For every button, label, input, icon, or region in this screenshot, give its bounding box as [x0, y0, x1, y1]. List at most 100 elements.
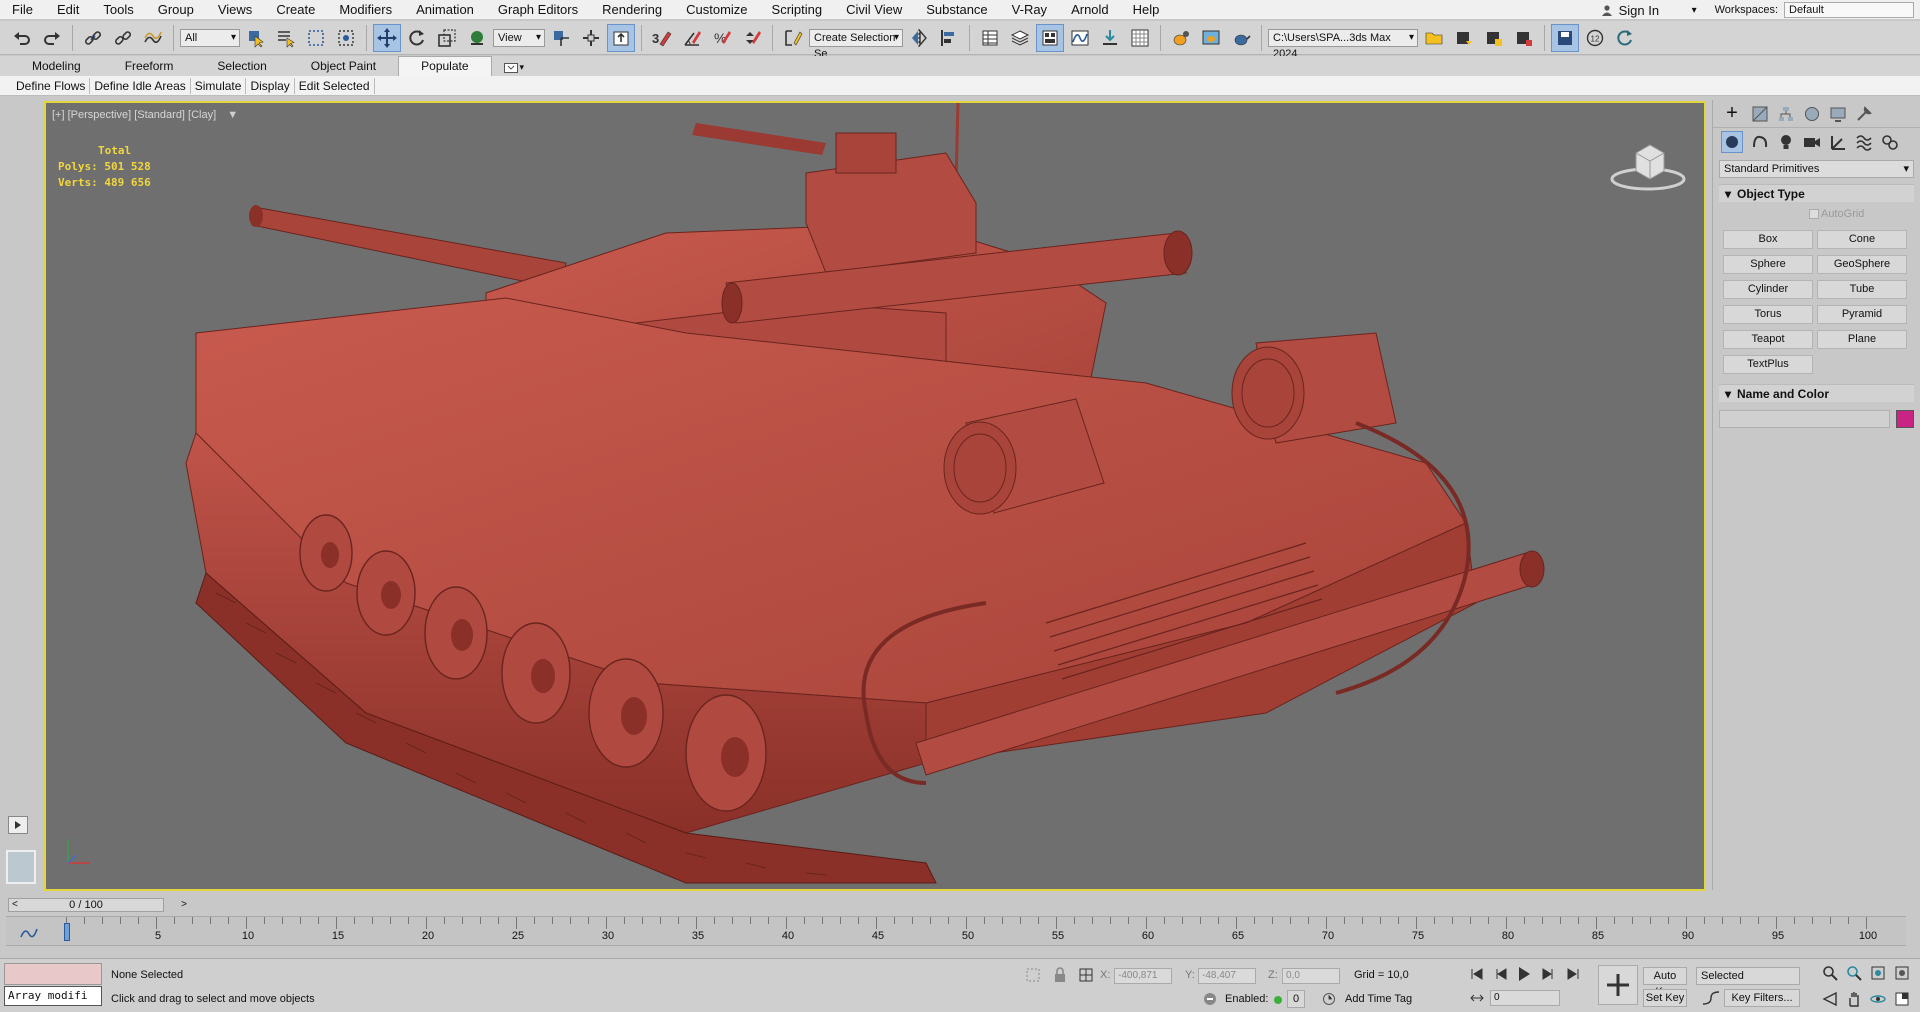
sign-in-button[interactable]: Sign In ▾ — [1589, 3, 1709, 18]
spacewarps-icon[interactable] — [1855, 133, 1873, 151]
object-color-swatch[interactable] — [1896, 410, 1914, 428]
key-tangent-icon[interactable] — [1702, 990, 1720, 1006]
open-project-button[interactable] — [1420, 24, 1448, 52]
select-object-button[interactable] — [242, 24, 270, 52]
rendered-frame-window-button[interactable] — [1197, 24, 1225, 52]
goto-end-icon[interactable] — [1566, 967, 1580, 981]
play-icon[interactable] — [1516, 966, 1532, 982]
define-idle-areas-button[interactable]: Define Idle Areas — [90, 77, 191, 94]
reference-coord-dropdown[interactable]: View — [493, 28, 545, 47]
prev-frame-icon[interactable] — [1494, 967, 1508, 981]
tab-object-paint[interactable]: Object Paint — [289, 57, 398, 76]
unlink-button[interactable] — [109, 24, 137, 52]
x-coordinate-field[interactable]: -400,871 — [1114, 968, 1172, 984]
simulate-button[interactable]: Simulate — [191, 77, 247, 94]
autobackup-button[interactable]: 12 — [1581, 24, 1609, 52]
menu-create[interactable]: Create — [264, 0, 327, 20]
select-move-button[interactable] — [373, 23, 401, 52]
plane-button[interactable]: Plane — [1817, 330, 1907, 349]
textplus-button[interactable]: TextPlus — [1723, 355, 1813, 374]
autogrid-checkbox[interactable]: AutoGrid — [1713, 208, 1920, 220]
define-flows-button[interactable]: Define Flows — [12, 77, 91, 94]
tab-modeling[interactable]: Modeling — [10, 57, 103, 76]
container-button[interactable] — [1450, 24, 1478, 52]
redo-button[interactable] — [38, 24, 66, 52]
geosphere-button[interactable]: GeoSphere — [1817, 255, 1907, 274]
motion-tab-icon[interactable] — [1803, 105, 1821, 123]
create-tab-plus-icon[interactable]: + — [1721, 102, 1743, 125]
menu-modifiers[interactable]: Modifiers — [327, 0, 404, 20]
y-coordinate-field[interactable]: -48,407 — [1198, 968, 1256, 984]
set-keys-big-button[interactable] — [1598, 965, 1638, 1005]
absolute-mode-icon[interactable] — [1078, 967, 1094, 983]
container-edit-button[interactable] — [1480, 24, 1508, 52]
sphere-button[interactable]: Sphere — [1723, 255, 1813, 274]
workspace-dropdown[interactable]: Default — [1784, 2, 1914, 18]
ribbon-options-button[interactable]: ▾ — [503, 62, 524, 76]
systems-icon[interactable] — [1881, 133, 1899, 151]
rect-selection-button[interactable] — [302, 24, 330, 52]
menu-graph-editors[interactable]: Graph Editors — [486, 0, 590, 20]
key-mode-icon[interactable] — [1470, 991, 1484, 1005]
shapes-icon[interactable] — [1751, 133, 1769, 151]
menu-rendering[interactable]: Rendering — [590, 0, 674, 20]
tab-selection[interactable]: Selection — [195, 57, 288, 76]
spinner-snap-button[interactable] — [738, 24, 766, 52]
key-filter-selection-dropdown[interactable]: Selected — [1696, 967, 1800, 985]
set-key-button[interactable]: Set Key — [1643, 989, 1687, 1007]
menu-group[interactable]: Group — [146, 0, 206, 20]
menu-substance[interactable]: Substance — [914, 0, 999, 20]
layout-thumbnail[interactable] — [6, 850, 36, 884]
box-button[interactable]: Box — [1723, 230, 1813, 249]
time-tag-icon[interactable] — [1322, 992, 1336, 1006]
tank-model[interactable] — [46, 103, 1706, 891]
curve-editor-button[interactable] — [1066, 24, 1094, 52]
utilities-tab-icon[interactable] — [1855, 105, 1873, 123]
menu-civil-view[interactable]: Civil View — [834, 0, 914, 20]
lights-icon[interactable] — [1777, 133, 1795, 151]
object-category-dropdown[interactable]: Standard Primitives — [1719, 160, 1914, 178]
key-filters-button[interactable]: Key Filters... — [1724, 989, 1800, 1007]
viewport-layout-button[interactable] — [1551, 23, 1579, 52]
track-bar[interactable]: 5 10 15 20 25 30 35 40 45 50 55 60 65 70 75 80 85 90 95 100 — [6, 916, 1906, 946]
selection-filter-dropdown[interactable]: All — [180, 28, 240, 47]
pyramid-button[interactable]: Pyramid — [1817, 305, 1907, 324]
display-tab-icon[interactable] — [1829, 105, 1847, 123]
isolate-selection-icon[interactable] — [1025, 967, 1041, 983]
time-slider-thumb[interactable] — [64, 923, 70, 941]
window-crossing-button[interactable] — [332, 24, 360, 52]
keyboard-shortcut-override-button[interactable] — [607, 23, 635, 52]
time-slider[interactable]: < 0 / 100 > — [8, 898, 187, 912]
curve-editor-mini-icon[interactable] — [20, 925, 38, 941]
zoom-icon[interactable] — [1822, 965, 1838, 981]
menu-help[interactable]: Help — [1121, 0, 1172, 20]
field-of-view-icon[interactable] — [1822, 991, 1838, 1007]
cone-button[interactable]: Cone — [1817, 230, 1907, 249]
zoom-extents-icon[interactable] — [1870, 965, 1886, 981]
modify-tab-icon[interactable] — [1751, 105, 1769, 123]
toggle-ribbon-button[interactable] — [1036, 23, 1064, 52]
container-lock-button[interactable] — [1510, 24, 1538, 52]
auto-key-button[interactable]: Auto Key — [1643, 967, 1687, 998]
tube-button[interactable]: Tube — [1817, 280, 1907, 299]
zoom-extents-all-icon[interactable] — [1894, 965, 1910, 981]
menu-tools[interactable]: Tools — [91, 0, 145, 20]
edit-selected-button[interactable]: Edit Selected — [295, 77, 375, 94]
perspective-viewport[interactable]: [+] [Perspective] [Standard] [Clay] ▼ To… — [44, 101, 1706, 891]
zoom-all-icon[interactable] — [1846, 965, 1862, 981]
scene-explorer-button[interactable] — [976, 24, 1004, 52]
align-button[interactable] — [935, 24, 963, 52]
render-production-button[interactable] — [1227, 24, 1255, 52]
tab-freeform[interactable]: Freeform — [103, 57, 196, 76]
transform-gizmo-button[interactable] — [577, 24, 605, 52]
object-name-field[interactable] — [1719, 410, 1890, 428]
current-frame-field[interactable]: 0 — [1490, 990, 1560, 1006]
name-and-color-rollout[interactable]: Name and Color — [1719, 384, 1914, 403]
undo-button[interactable] — [8, 24, 36, 52]
pan-hand-icon[interactable] — [1846, 991, 1862, 1007]
select-rotate-button[interactable] — [403, 24, 431, 52]
pivot-center-button[interactable] — [547, 24, 575, 52]
material-editor-button[interactable] — [1126, 24, 1154, 52]
maxscript-input[interactable]: Array modifi — [4, 986, 102, 1006]
z-coordinate-field[interactable]: 0,0 — [1282, 968, 1340, 984]
